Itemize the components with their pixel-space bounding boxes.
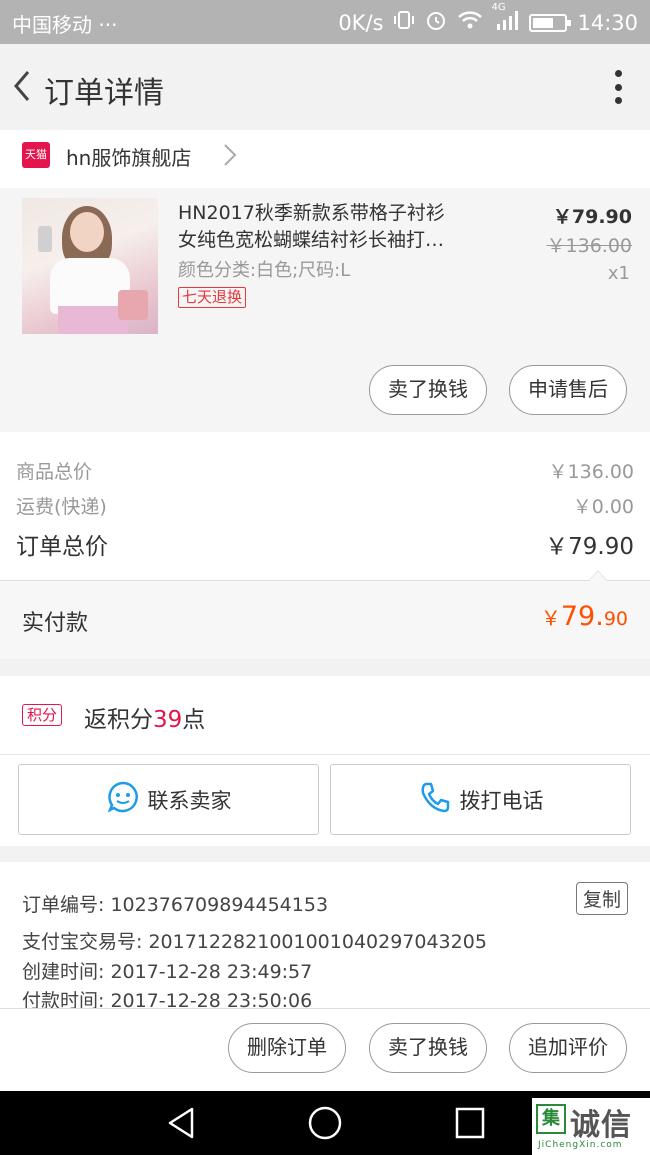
sell-button-bottom[interactable]: 卖了换钱: [369, 1023, 487, 1073]
product-sku: 颜色分类:白色;尺码:L: [178, 260, 351, 281]
app-header: 订单详情: [0, 44, 650, 130]
contact-seller-label: 联系卖家: [147, 788, 232, 813]
nav-home-icon[interactable]: [307, 1105, 343, 1145]
shipping-value: ￥0.00: [572, 496, 634, 518]
more-vertical-icon[interactable]: [614, 70, 622, 104]
order-total-label: 订单总价: [16, 534, 108, 560]
watermark-sub: JiChengXin.com: [538, 1140, 623, 1150]
product-card[interactable]: HN2017秋季新款系带格子衬衫 女纯色宽松蝴蝶结衬衫长袖打… 颜色分类:白色;…: [0, 188, 650, 432]
watermark-text: 诚信: [570, 1108, 632, 1143]
phone-icon: [418, 780, 452, 819]
points-text: 返积分39点: [84, 707, 206, 733]
page-title: 订单详情: [44, 76, 164, 111]
shipping-row: 运费(快递) ￥0.00: [16, 492, 634, 519]
product-image[interactable]: [22, 198, 158, 334]
store-name: hn服饰旗舰店: [66, 146, 192, 170]
battery-icon: [529, 13, 572, 32]
contact-row: 联系卖家 拨打电话: [0, 754, 650, 846]
alipay-trade-number: 支付宝交易号: 2017122821001001040297043205: [22, 931, 487, 953]
watermark-logo: 集: [536, 1104, 566, 1134]
price-summary: 商品总价 ￥136.00 运费(快递) ￥0.00 订单总价 ￥79.90: [0, 432, 650, 580]
status-bar: 中国移动 ··· 0K/s 4G 14:30: [0, 0, 650, 44]
add-review-button[interactable]: 追加评价: [509, 1023, 627, 1073]
shipping-label: 运费(快递): [16, 496, 107, 518]
order-info: 订单编号: 102376709894454153 复制 支付宝交易号: 2017…: [0, 862, 650, 1012]
contact-seller-button[interactable]: 联系卖家: [18, 764, 319, 835]
delete-order-button[interactable]: 删除订单: [228, 1023, 346, 1073]
watermark: 集 诚信 JiChengXin.com: [532, 1098, 650, 1155]
order-number: 订单编号: 102376709894454153: [22, 894, 329, 916]
store-row[interactable]: 天猫 hn服饰旗舰店: [0, 130, 650, 188]
vibrate-icon: [393, 9, 415, 36]
paid-amount-row: 实付款 ￥79.90: [0, 581, 650, 659]
product-quantity: x1: [607, 263, 630, 284]
alarm-icon: [425, 9, 447, 36]
order-total-row: 订单总价 ￥79.90: [16, 527, 634, 561]
created-time: 创建时间: 2017-12-28 23:49:57: [22, 961, 313, 983]
paid-label: 实付款: [22, 611, 89, 636]
signal-icon: 4G: [491, 2, 519, 37]
points-tag: 积分: [22, 704, 63, 726]
nav-recents-icon[interactable]: [453, 1105, 487, 1145]
order-total-value: ￥79.90: [545, 534, 634, 560]
carrier-label: 中国移动 ···: [12, 13, 118, 37]
notch-pointer: [588, 570, 608, 581]
call-label: 拨打电话: [459, 788, 544, 813]
product-title[interactable]: HN2017秋季新款系带格子衬衫 女纯色宽松蝴蝶结衬衫长袖打…: [178, 200, 483, 254]
chevron-right-icon: [222, 142, 238, 174]
copy-button[interactable]: 复制: [575, 882, 628, 915]
return-policy-badge: 七天退换: [178, 287, 247, 308]
product-price: ￥79.90: [552, 206, 632, 228]
goods-total-label: 商品总价: [16, 461, 93, 483]
back-icon[interactable]: [8, 66, 38, 106]
call-button[interactable]: 拨打电话: [330, 764, 631, 835]
goods-total-row: 商品总价 ￥136.00: [16, 457, 634, 484]
clock: 14:30: [577, 10, 638, 35]
nav-back-icon[interactable]: [164, 1105, 198, 1145]
network-speed: 0K/s: [338, 10, 384, 35]
goods-total-value: ￥136.00: [548, 461, 634, 483]
sell-button[interactable]: 卖了换钱: [369, 365, 487, 415]
points-row: 积分 返积分39点: [0, 676, 650, 754]
product-original-price: ￥136.00: [546, 235, 632, 257]
chat-bubble-icon: [106, 780, 140, 819]
network-type: 4G: [491, 2, 506, 13]
bottom-action-bar: 删除订单 卖了换钱 追加评价: [0, 1008, 650, 1091]
paid-amount: ￥79.90: [540, 601, 628, 632]
wifi-icon: [457, 9, 483, 36]
after-sale-button[interactable]: 申请售后: [509, 365, 627, 415]
tmall-icon: 天猫: [22, 142, 50, 168]
